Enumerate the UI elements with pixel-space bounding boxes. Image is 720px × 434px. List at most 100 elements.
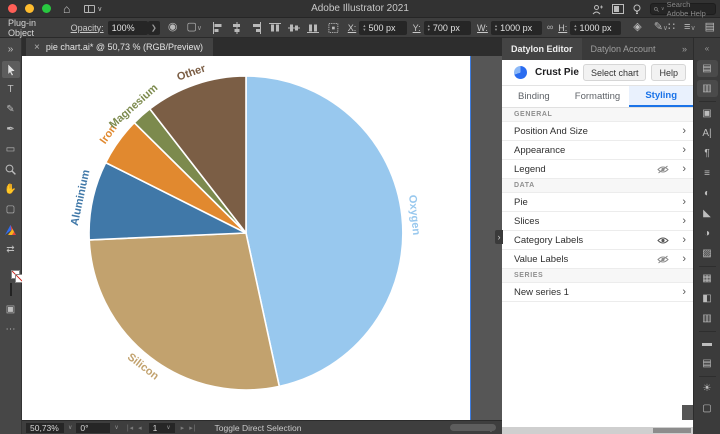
- row-slices[interactable]: Slices›: [502, 212, 693, 231]
- x-value-field[interactable]: ▴▾500 px: [359, 21, 406, 35]
- pathfinder-panel-icon[interactable]: ◧: [697, 290, 718, 307]
- row-new-series-1[interactable]: New series 1›: [502, 283, 693, 302]
- close-window-button[interactable]: [8, 4, 17, 13]
- row-legend[interactable]: Legend ›: [502, 160, 693, 179]
- tab-formatting[interactable]: Formatting: [566, 86, 630, 107]
- eyedropper-tool-icon[interactable]: ✒: [2, 121, 20, 138]
- stroke-panel-icon[interactable]: ≡: [697, 165, 718, 182]
- eye-off-icon[interactable]: [657, 255, 669, 267]
- links-panel-icon[interactable]: ▨: [697, 245, 718, 262]
- eye-off-icon[interactable]: [657, 165, 669, 177]
- document-tab[interactable]: × pie chart.ai* @ 50,73 % (RGB/Preview): [26, 38, 213, 56]
- first-artboard-icon[interactable]: |◂: [127, 424, 134, 432]
- asset-export-panel-icon[interactable]: ☀: [697, 380, 718, 397]
- hand-tool-icon[interactable]: ✋: [2, 181, 20, 198]
- last-artboard-icon[interactable]: ▸|: [189, 424, 196, 432]
- constrain-proportions-link-icon[interactable]: ∞: [547, 23, 553, 32]
- align-panel-icon[interactable]: ▥: [697, 310, 718, 327]
- gradient-bar-panel-icon[interactable]: ▬: [697, 335, 718, 352]
- home-icon[interactable]: ⌂: [63, 3, 70, 15]
- y-label[interactable]: Y:: [413, 23, 421, 33]
- recolor-artwork-icon[interactable]: ◉: [168, 22, 178, 33]
- align-left-icon[interactable]: [212, 22, 224, 34]
- libraries-panel-icon[interactable]: ▤: [697, 60, 718, 77]
- panel-options-icon[interactable]: ≡∨: [684, 22, 696, 33]
- zoom-window-button[interactable]: [42, 4, 51, 13]
- panel-hscroll-track[interactable]: [502, 427, 693, 434]
- align-top-icon[interactable]: [269, 22, 281, 34]
- panel-more-icon[interactable]: »: [682, 44, 687, 54]
- zoom-dropdown-icon[interactable]: ∨: [68, 424, 72, 431]
- layers-panel-icon[interactable]: ▣: [697, 105, 718, 122]
- h-value-field[interactable]: ▴▾1000 px: [570, 21, 621, 35]
- canvas-hscroll-thumb[interactable]: [450, 424, 496, 431]
- panel-scroll-thumb[interactable]: [682, 405, 693, 420]
- search-help-field[interactable]: ∨ Search Adobe Help: [650, 3, 716, 15]
- artboard-number-field[interactable]: 1∨: [149, 423, 175, 433]
- artboard-tool-icon[interactable]: ▢: [2, 201, 20, 218]
- w-label[interactable]: W:: [477, 23, 488, 33]
- y-value-field[interactable]: ▴▾700 px: [424, 21, 471, 35]
- transform-panel-icon[interactable]: ▦: [697, 270, 718, 287]
- color-mode-bar[interactable]: [2, 281, 20, 298]
- rectangle-tool-icon[interactable]: ▭: [2, 141, 20, 158]
- tab-binding[interactable]: Binding: [502, 86, 566, 107]
- gradient-panel-icon[interactable]: ◣: [697, 205, 718, 222]
- minimize-window-button[interactable]: [25, 4, 34, 13]
- cc-libraries-panel-icon[interactable]: ▤: [697, 355, 718, 372]
- more-tools-icon[interactable]: ⋯: [2, 321, 20, 338]
- row-appearance[interactable]: Appearance›: [502, 141, 693, 160]
- help-button[interactable]: Help: [651, 64, 686, 81]
- datylon-plugin-icon[interactable]: [2, 221, 20, 238]
- workspace-switcher-icon[interactable]: ∨: [84, 5, 102, 13]
- character-panel-icon[interactable]: A|: [697, 125, 718, 142]
- h-label[interactable]: H:: [558, 23, 567, 33]
- align-hcenter-icon[interactable]: [231, 22, 243, 34]
- rotation-field[interactable]: 0°: [76, 423, 110, 433]
- arrange-documents-icon[interactable]: [612, 4, 624, 14]
- next-artboard-icon[interactable]: ▸: [181, 424, 186, 432]
- swap-fill-stroke-icon[interactable]: ⇄: [2, 241, 20, 258]
- pie-chart[interactable]: OxygenSiliconAluminiumIronMagnesiumOther: [22, 56, 470, 420]
- select-chart-button[interactable]: Select chart: [583, 64, 647, 81]
- row-value-labels[interactable]: Value Labels ›: [502, 250, 693, 269]
- close-document-icon[interactable]: ×: [34, 42, 40, 53]
- row-category-labels[interactable]: Category Labels ›: [502, 231, 693, 250]
- panel-hscroll-thumb[interactable]: [653, 428, 691, 433]
- align-right-icon[interactable]: [250, 22, 262, 34]
- x-label[interactable]: X:: [348, 23, 357, 33]
- collapse-dock-icon[interactable]: «: [697, 40, 718, 57]
- tab-datylon-account[interactable]: Datylon Account: [582, 38, 665, 60]
- opacity-dropdown[interactable]: ❯: [148, 21, 160, 35]
- row-pie[interactable]: Pie›: [502, 193, 693, 212]
- library-panel-icon[interactable]: ▥: [697, 80, 718, 97]
- account-icon[interactable]: [592, 4, 603, 15]
- reference-point-icon[interactable]: [328, 22, 339, 34]
- artboard-canvas[interactable]: OxygenSiliconAluminiumIronMagnesiumOther: [22, 56, 470, 420]
- tab-styling[interactable]: Styling: [629, 86, 693, 107]
- zoom-level-field[interactable]: 50,73%: [26, 423, 64, 433]
- prev-artboard-icon[interactable]: ◂: [138, 424, 143, 432]
- eye-icon[interactable]: [657, 236, 669, 248]
- rotation-dropdown-icon[interactable]: ∨: [114, 424, 118, 431]
- paragraph-panel-icon[interactable]: ¶: [697, 145, 718, 162]
- pie-slice-silicon[interactable]: [89, 233, 279, 390]
- type-tool-icon[interactable]: T: [2, 81, 20, 98]
- control-list-icon[interactable]: ▤: [705, 22, 715, 33]
- panel-collapse-handle[interactable]: ›: [495, 230, 503, 244]
- swatches-panel-icon[interactable]: ◐: [697, 185, 718, 202]
- shaper-tool-icon[interactable]: ✎∨: [654, 22, 668, 33]
- zoom-tool-icon[interactable]: [2, 161, 20, 178]
- opacity-label[interactable]: Opacity:: [71, 23, 104, 33]
- selection-tool-icon[interactable]: [2, 61, 20, 78]
- align-bottom-icon[interactable]: [307, 22, 319, 34]
- fill-stroke-swatches[interactable]: [2, 261, 20, 278]
- preferences-grid-icon[interactable]: ∷: [668, 22, 675, 33]
- opacity-value-field[interactable]: 100%: [108, 21, 148, 35]
- align-vcenter-icon[interactable]: [288, 22, 300, 34]
- expand-toolbar-icon[interactable]: »: [2, 41, 20, 58]
- w-value-field[interactable]: ▴▾1000 px: [491, 21, 542, 35]
- draw-mode-icon[interactable]: ▣: [2, 301, 20, 318]
- paintbrush-tool-icon[interactable]: ✎: [2, 101, 20, 118]
- transform-icon[interactable]: ◈: [633, 22, 641, 33]
